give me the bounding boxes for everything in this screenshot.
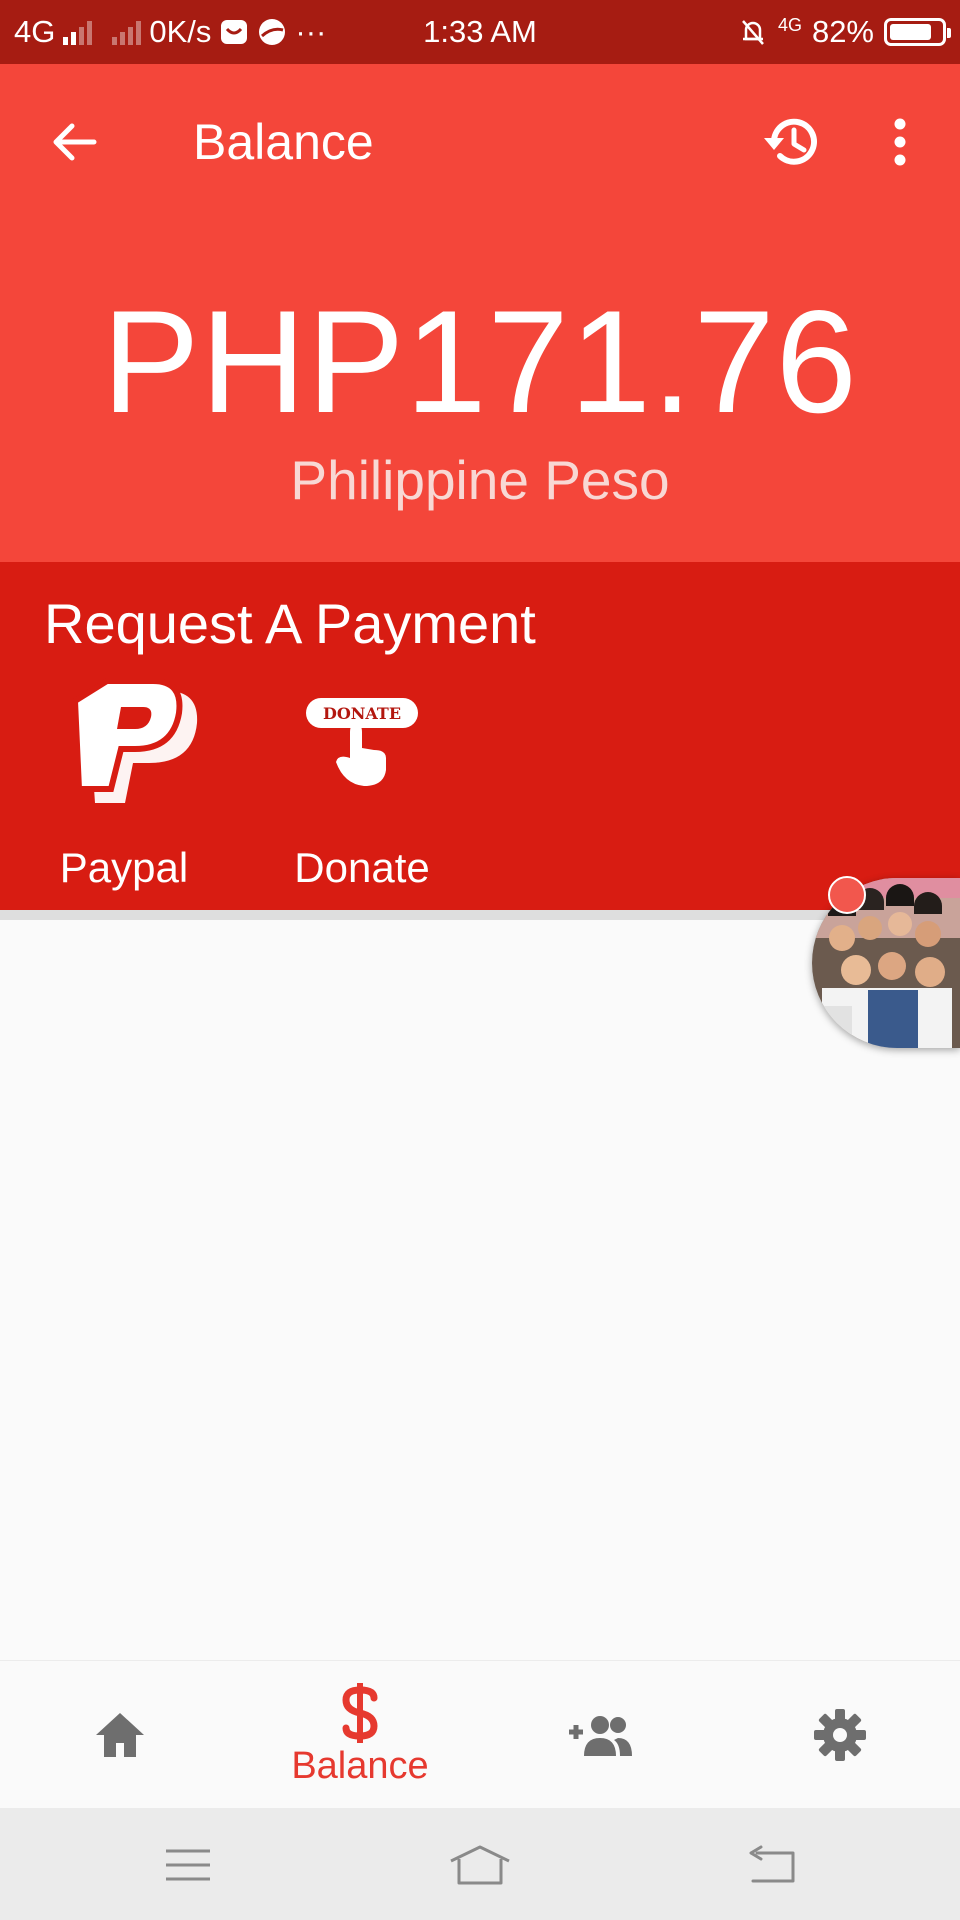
gear-icon bbox=[814, 1709, 866, 1761]
battery-percent: 82% bbox=[811, 14, 874, 49]
donate-label: Donate bbox=[294, 844, 430, 891]
system-home-button[interactable] bbox=[420, 1830, 540, 1900]
system-menu-button[interactable] bbox=[128, 1830, 248, 1900]
status-right: 4G 82% bbox=[738, 0, 951, 64]
history-icon bbox=[764, 118, 817, 165]
request-payment-title: Request A Payment bbox=[44, 592, 536, 655]
nav-balance-label: Balance bbox=[291, 1745, 429, 1787]
network-type-right: 4G bbox=[777, 14, 802, 35]
nav-add-friend[interactable] bbox=[480, 1661, 720, 1809]
donate-option[interactable]: DONATE Donate bbox=[272, 672, 452, 892]
network-type-left: 4G bbox=[14, 14, 56, 49]
signal-strength-icon bbox=[63, 19, 93, 45]
system-navigation-bar bbox=[0, 1808, 960, 1920]
home-outline-icon bbox=[450, 1845, 510, 1885]
battery-icon bbox=[884, 18, 951, 46]
more-options-button[interactable] bbox=[880, 110, 920, 174]
nav-home[interactable] bbox=[0, 1661, 240, 1809]
app-bar: Balance bbox=[0, 64, 960, 220]
menu-icon bbox=[166, 1849, 210, 1881]
paypal-icon bbox=[34, 672, 214, 822]
nav-balance[interactable]: Balance bbox=[240, 1661, 480, 1809]
paypal-label: Paypal bbox=[59, 844, 189, 891]
donate-badge-text: DONATE bbox=[323, 704, 401, 723]
dollar-icon bbox=[342, 1683, 378, 1743]
currency-name: Philippine Peso bbox=[290, 449, 670, 511]
status-bar: 4G 0K/s ··· 1:33 AM 4G 82% bbox=[0, 0, 960, 64]
section-divider bbox=[0, 910, 960, 920]
donate-icon: DONATE bbox=[272, 672, 452, 822]
chat-head-badge bbox=[828, 876, 866, 914]
more-vert-icon bbox=[894, 118, 906, 166]
balance-summary: PHP171.76 Philippine Peso bbox=[0, 220, 960, 562]
system-back-button[interactable] bbox=[712, 1830, 832, 1900]
arrow-left-icon bbox=[53, 123, 97, 161]
signal-strength-2-icon bbox=[112, 19, 142, 45]
back-button[interactable] bbox=[46, 114, 102, 170]
page-title: Balance bbox=[193, 114, 374, 170]
bottom-navigation: Balance bbox=[0, 1660, 960, 1809]
more-notifications: ··· bbox=[295, 14, 327, 49]
request-payment-section: Request A Payment Paypal DONATE Donate bbox=[0, 562, 960, 910]
balance-amount: PHP171.76 bbox=[102, 280, 858, 443]
silent-bell-icon bbox=[738, 17, 768, 47]
home-icon bbox=[96, 1713, 144, 1757]
network-speed: 0K/s bbox=[149, 14, 212, 49]
status-left: 4G 0K/s ··· bbox=[14, 0, 326, 64]
app-notification-icon bbox=[257, 17, 287, 47]
nav-settings[interactable] bbox=[720, 1661, 960, 1809]
history-button[interactable] bbox=[760, 110, 824, 174]
add-friend-icon bbox=[569, 1716, 632, 1756]
mail-notification-icon bbox=[219, 17, 249, 47]
paypal-option[interactable]: Paypal bbox=[34, 672, 214, 892]
content-area bbox=[0, 920, 960, 1660]
back-icon bbox=[749, 1845, 795, 1883]
status-time: 1:33 AM bbox=[423, 14, 537, 49]
